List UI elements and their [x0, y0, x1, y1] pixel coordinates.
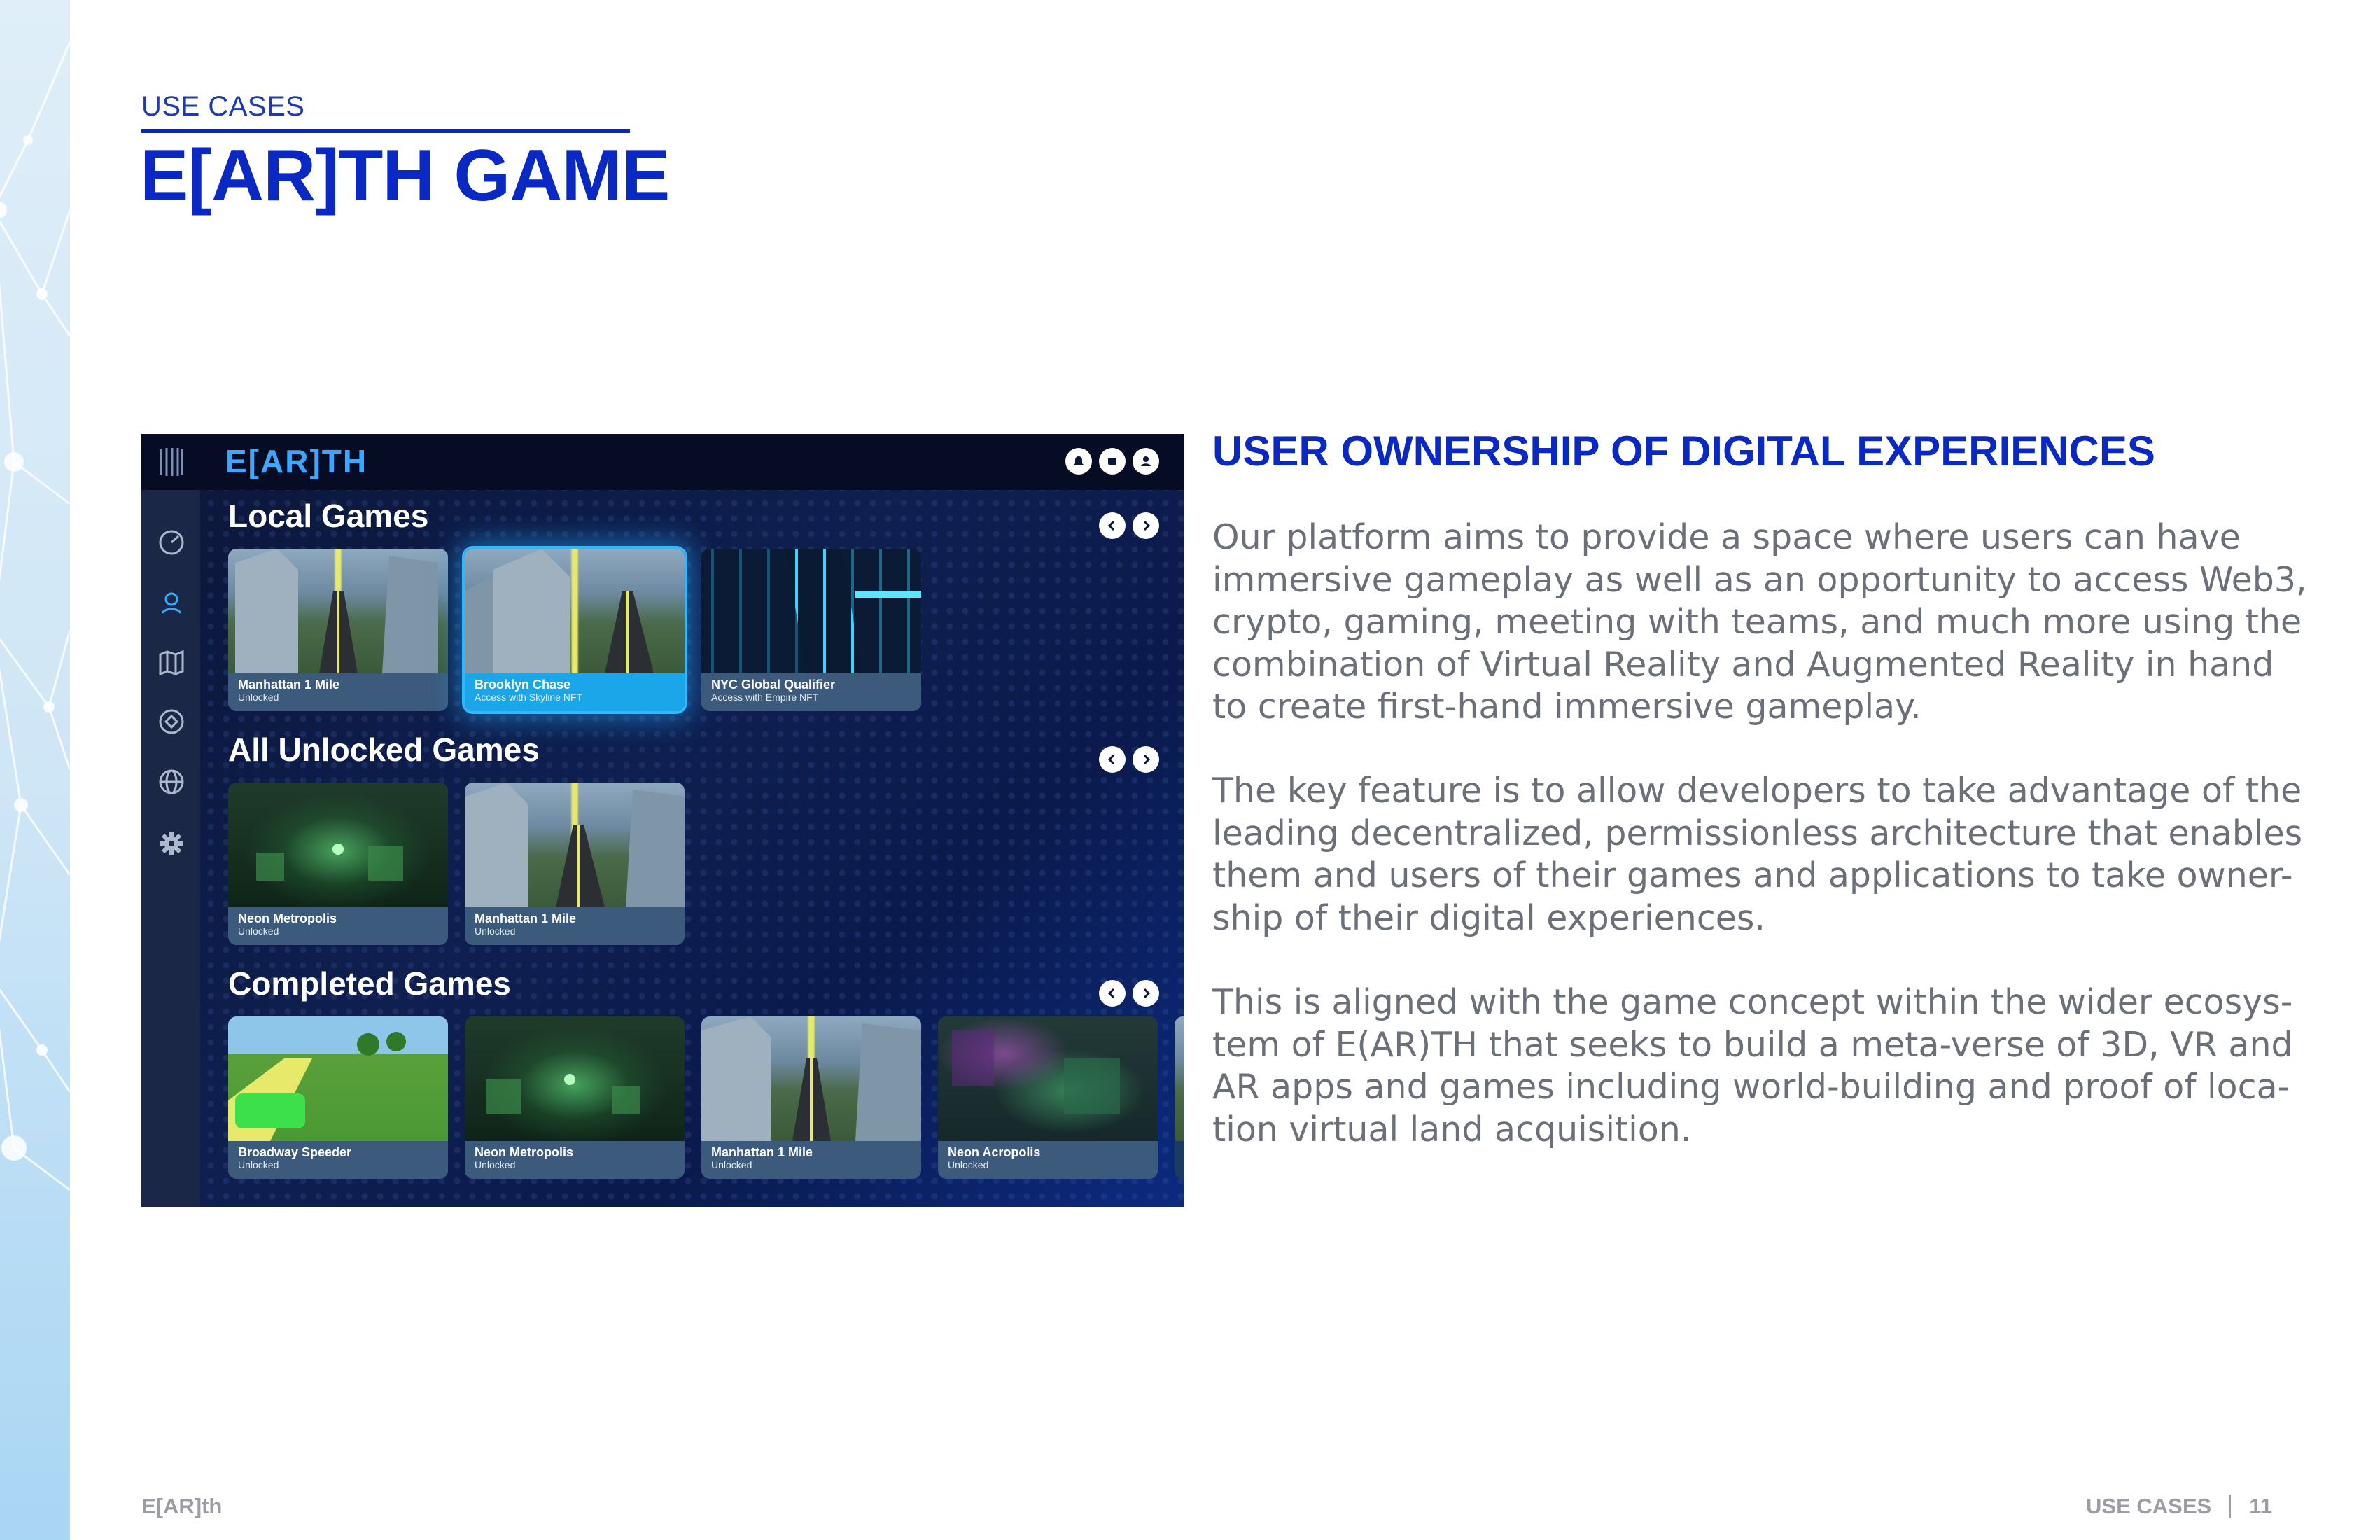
paragraph-line: The key feature is to allow developers t…: [1212, 771, 2302, 811]
paragraph-1: Our platform aims to provide a space whe…: [1212, 517, 2307, 729]
location-pin-icon[interactable]: [157, 588, 186, 617]
footer-meta: USE CASES 11: [2086, 1494, 2272, 1519]
game-thumbnail: [228, 783, 448, 907]
paragraph-line: leading decentralized, permissionless ar…: [1212, 813, 2303, 853]
game-status: Unlocked: [948, 1159, 989, 1170]
game-thumbnail: [465, 783, 685, 907]
game-name: Neon Acropolis: [948, 1145, 1041, 1159]
paragraph-line: Our platform aims to provide a space whe…: [1212, 517, 2241, 557]
paragraph-line: tem of E(AR)TH that seeks to build a met…: [1212, 1024, 2293, 1065]
game-status: Unlocked: [475, 1159, 516, 1170]
game-thumbnail: [228, 1016, 448, 1141]
game-card-selected[interactable]: Brooklyn Chase Access with Skyline NFT: [465, 549, 685, 711]
paragraph-line: immersive gameplay as well as an opportu…: [1212, 559, 2307, 600]
paragraph-line: combination of Virtual Reality and Augme…: [1212, 644, 2274, 685]
paragraph-2: The key feature is to allow developers t…: [1212, 770, 2303, 939]
footer-divider: [2230, 1495, 2232, 1518]
game-name: Neon Metropolis: [238, 911, 337, 925]
game-thumbnail: [701, 549, 921, 673]
game-status: Unlocked: [238, 1159, 279, 1170]
paragraph-line: crypto, gaming, meeting with teams, and …: [1212, 602, 2302, 642]
game-card[interactable]: Manhattan 1 Mile Unlocked: [701, 1016, 921, 1179]
section-title-completed-games: Completed Games: [228, 965, 511, 1002]
app-topbar: E[AR]TH: [141, 434, 1184, 490]
paragraph-line: tion virtual land acquisition.: [1212, 1109, 1692, 1149]
game-thumbnail: [465, 1016, 685, 1141]
decorative-side-band: [0, 0, 70, 1540]
section-title-local-games: Local Games: [228, 498, 429, 534]
game-status: Access with Empire NFT: [711, 692, 819, 703]
game-name: Broadway Speeder: [238, 1145, 352, 1159]
section-title-all-unlocked-games: All Unlocked Games: [228, 732, 540, 768]
game-name: Manhattan 1 Mile: [238, 678, 340, 692]
next-arrow-icon[interactable]: [1133, 746, 1159, 773]
network-pattern: [0, 41, 70, 1191]
game-name: NYC Global Qualifier: [711, 678, 836, 692]
game-card[interactable]: Neon Metropolis Unlocked: [228, 783, 448, 945]
section-eyebrow: USE CASES: [141, 91, 305, 122]
game-thumbnail: [701, 1016, 921, 1141]
page-title: E[AR]TH GAME: [140, 135, 670, 216]
game-card[interactable]: Manhattan 1 Mile Unlocked: [228, 549, 448, 711]
emblem-icon[interactable]: [157, 707, 186, 736]
game-card[interactable]: Neon Acropolis Unlocked: [938, 1016, 1158, 1179]
paragraph-line: them and users of their games and applic…: [1212, 855, 2293, 895]
bell-icon[interactable]: [1065, 448, 1092, 475]
game-thumbnail: [465, 549, 685, 673]
prev-arrow-icon[interactable]: [1099, 980, 1126, 1007]
game-status: Unlocked: [475, 925, 516, 937]
profile-icon[interactable]: [1133, 448, 1159, 475]
game-thumbnail: [228, 549, 448, 673]
prev-arrow-icon[interactable]: [1099, 512, 1126, 539]
game-card[interactable]: Manhattan 1 Mile Unlocked: [465, 783, 685, 945]
paragraph-line: ship of their digital experiences.: [1212, 897, 1765, 938]
game-status: Unlocked: [238, 925, 279, 937]
next-arrow-icon[interactable]: [1133, 980, 1159, 1007]
game-name: Brooklyn Chase: [475, 678, 571, 692]
paragraph-3: This is aligned with the game concept wi…: [1212, 981, 2293, 1151]
settings-icon[interactable]: [157, 829, 186, 858]
paragraph-line: AR apps and games including world-buildi…: [1212, 1067, 2290, 1107]
app-brand: E[AR]TH: [225, 443, 368, 479]
game-name: Manhattan 1 Mile: [711, 1145, 813, 1159]
footer-brand: E[AR]th: [141, 1494, 223, 1518]
game-card-partial[interactable]: [1175, 1016, 1184, 1179]
wallet-icon[interactable]: [1099, 448, 1126, 475]
game-thumbnail: [938, 1016, 1158, 1141]
footer-section: USE CASES: [2086, 1494, 2212, 1518]
app-sidebar: [141, 490, 200, 1207]
game-status: Access with Skyline NFT: [475, 692, 583, 703]
game-name: Neon Metropolis: [475, 1145, 574, 1159]
game-card[interactable]: Neon Metropolis Unlocked: [465, 1016, 685, 1179]
game-status: Unlocked: [711, 1159, 752, 1170]
map-icon[interactable]: [157, 648, 186, 678]
globe-icon[interactable]: [157, 767, 186, 797]
completed-games-row: Broadway Speeder Unlocked Neon Metropoli…: [228, 1016, 1184, 1179]
game-thumbnail: [1175, 1016, 1184, 1141]
game-status: Unlocked: [238, 692, 279, 703]
game-name: Manhattan 1 Mile: [475, 911, 577, 925]
next-arrow-icon[interactable]: [1133, 512, 1159, 539]
paragraph-line: This is aligned with the game concept wi…: [1212, 982, 2293, 1022]
game-card[interactable]: Broadway Speeder Unlocked: [228, 1016, 448, 1179]
page-number: 11: [2249, 1494, 2272, 1518]
eyebrow-underline: [141, 129, 630, 133]
app-screenshot: E[AR]TH Local Games Manhattan 1 Mile Unl…: [141, 434, 1184, 1207]
game-card[interactable]: NYC Global Qualifier Access with Empire …: [701, 549, 921, 711]
paragraph-line: to create first-hand immersive gameplay.: [1212, 687, 1921, 727]
content-heading: USER OWNERSHIP OF DIGITAL EXPERIENCES: [1212, 428, 2155, 475]
prev-arrow-icon[interactable]: [1099, 746, 1126, 773]
app-logo-icon: [157, 447, 185, 477]
dashboard-icon[interactable]: [157, 528, 186, 557]
